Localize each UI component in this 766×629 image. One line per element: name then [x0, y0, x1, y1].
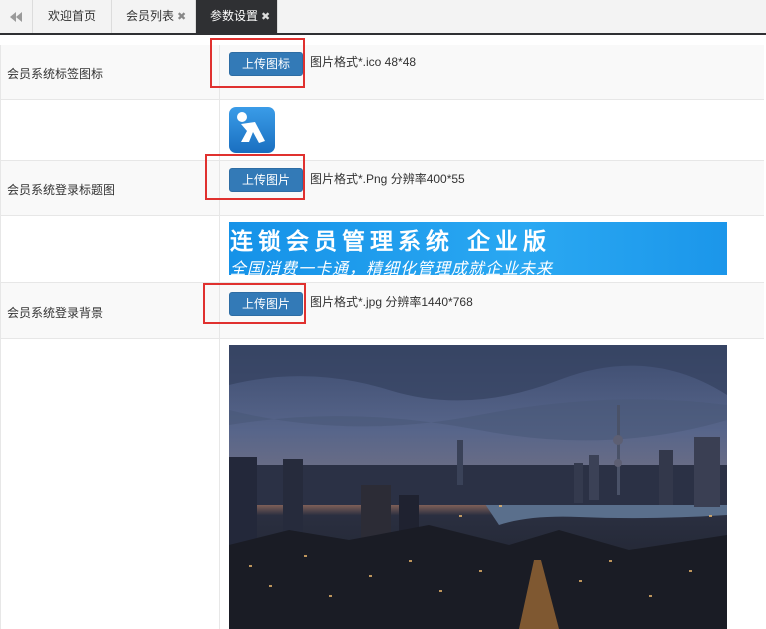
- preview-row-favicon: [0, 100, 764, 161]
- login-title-preview-image: 连锁会员管理系统 企业版 全国消费一卡通，精细化管理成就企业未来: [229, 222, 727, 275]
- highlight-box: [210, 38, 305, 88]
- setting-label: 会员系统标签图标: [7, 67, 104, 81]
- city-skyline-picture: [229, 345, 727, 629]
- setting-row-login-background: 会员系统登录背景: [0, 283, 764, 339]
- close-icon[interactable]: ✖: [177, 1, 186, 34]
- tab-welcome[interactable]: 欢迎首页: [34, 0, 112, 33]
- label-cell: [0, 339, 220, 629]
- tab-member-list[interactable]: 会员列表 ✖: [112, 0, 196, 33]
- close-icon[interactable]: ✖: [261, 1, 270, 34]
- banner-subtitle: 全国消费一卡通，精细化管理成就企业未来: [230, 259, 554, 275]
- setting-label: 会员系统登录标题图: [7, 183, 116, 197]
- format-hint: 图片格式*.Png 分辨率400*55: [310, 172, 465, 186]
- format-hint: 图片格式*.jpg 分辨率1440*768: [310, 295, 473, 309]
- banner-title: 连锁会员管理系统 企业版: [230, 229, 552, 255]
- format-hint: 图片格式*.ico 48*48: [310, 55, 417, 69]
- highlight-box: [203, 283, 306, 324]
- label-cell: 会员系统标签图标: [0, 45, 220, 99]
- tab-bar: 欢迎首页 会员列表 ✖ 参数设置 ✖: [0, 0, 766, 35]
- favicon-preview-image: [229, 107, 275, 153]
- label-cell: [0, 216, 220, 282]
- tab-label: 参数设置: [210, 9, 259, 23]
- double-chevron-left-icon: [10, 11, 22, 22]
- tab-scroll-left-button[interactable]: [0, 0, 33, 33]
- highlight-box: [205, 154, 305, 200]
- label-cell: 会员系统登录背景: [0, 283, 220, 338]
- setting-label: 会员系统登录背景: [7, 306, 104, 320]
- tab-settings[interactable]: 参数设置 ✖: [196, 0, 278, 33]
- label-cell: [0, 100, 220, 160]
- person-walking-icon: [237, 112, 265, 143]
- tab-label: 欢迎首页: [48, 9, 97, 23]
- tab-label: 会员列表: [126, 9, 175, 23]
- label-cell: 会员系统登录标题图: [0, 161, 220, 215]
- login-background-preview-image: [229, 345, 727, 629]
